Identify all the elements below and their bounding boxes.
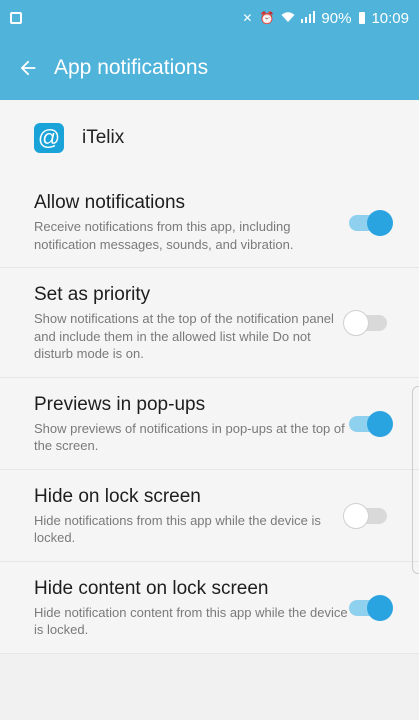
setting-subtitle: Show previews of notifications in pop-up… bbox=[34, 420, 345, 454]
mute-icon: ✕ bbox=[242, 11, 254, 25]
setting-allow-notifications[interactable]: Allow notifications Receive notification… bbox=[0, 176, 419, 269]
toggle-knob bbox=[343, 503, 369, 530]
setting-previews-in-popups[interactable]: Previews in pop-ups Show previews of not… bbox=[0, 378, 419, 470]
app-bar: App notifications bbox=[0, 36, 419, 100]
alarm-icon: ⏰ bbox=[259, 11, 276, 25]
setting-hide-on-lock-screen[interactable]: Hide on lock screen Hide notifications f… bbox=[0, 470, 419, 562]
status-bar-right: ✕ ⏰ 90% 10:09 bbox=[242, 10, 409, 27]
toggle-knob bbox=[367, 209, 393, 236]
arrow-left-icon bbox=[20, 60, 36, 76]
setting-title: Hide content on lock screen bbox=[34, 577, 269, 599]
settings-content: @ iTelix Allow notifications Receive not… bbox=[0, 100, 419, 655]
setting-subtitle: Show notifications at the top of the not… bbox=[34, 311, 334, 362]
setting-texts: Hide on lock screen Hide notifications f… bbox=[34, 486, 349, 547]
signal-icon bbox=[301, 10, 316, 26]
gallery-notification-icon bbox=[10, 12, 22, 24]
setting-hide-content-on-lock-screen[interactable]: Hide content on lock screen Hide notific… bbox=[0, 562, 419, 655]
at-sign-icon: @ bbox=[34, 123, 64, 153]
setting-subtitle: Hide notification content from this app … bbox=[34, 604, 348, 638]
setting-texts: Previews in pop-ups Show previews of not… bbox=[34, 394, 349, 455]
wifi-icon bbox=[281, 11, 295, 26]
setting-subtitle: Receive notifications from this app, inc… bbox=[34, 219, 294, 252]
toggle-switch[interactable] bbox=[343, 310, 387, 337]
toggle-switch[interactable] bbox=[349, 209, 393, 236]
page-title: App notifications bbox=[54, 56, 209, 79]
battery-percent: 90% bbox=[321, 9, 352, 27]
back-button[interactable] bbox=[14, 54, 42, 82]
status-bar: ✕ ⏰ 90% 10:09 bbox=[0, 0, 419, 36]
app-name: iTelix bbox=[82, 127, 125, 148]
status-bar-left bbox=[10, 12, 22, 24]
toggle-switch[interactable] bbox=[343, 503, 387, 530]
setting-set-as-priority[interactable]: Set as priority Show notifications at th… bbox=[0, 268, 419, 378]
setting-title: Set as priority bbox=[34, 284, 151, 306]
setting-texts: Hide content on lock screen Hide notific… bbox=[34, 578, 349, 639]
toggle-knob bbox=[367, 411, 393, 438]
toggle-knob bbox=[343, 310, 369, 337]
toggle-switch[interactable] bbox=[349, 411, 393, 438]
setting-subtitle: Hide notifications from this app while t… bbox=[34, 512, 321, 546]
battery-icon bbox=[359, 12, 366, 24]
clock: 10:09 bbox=[371, 9, 409, 27]
toggle-knob bbox=[367, 595, 393, 622]
toggle-switch[interactable] bbox=[349, 595, 393, 622]
setting-title: Previews in pop-ups bbox=[34, 393, 206, 415]
setting-title: Allow notifications bbox=[34, 192, 186, 213]
app-notifications-screen: ✕ ⏰ 90% 10:09 App notifications @ iTelix… bbox=[0, 0, 419, 655]
setting-texts: Allow notifications Receive notification… bbox=[34, 192, 349, 253]
setting-title: Hide on lock screen bbox=[34, 485, 201, 507]
app-header: @ iTelix bbox=[0, 100, 419, 176]
setting-texts: Set as priority Show notifications at th… bbox=[34, 284, 349, 363]
edge-panel-handle[interactable] bbox=[412, 386, 419, 574]
